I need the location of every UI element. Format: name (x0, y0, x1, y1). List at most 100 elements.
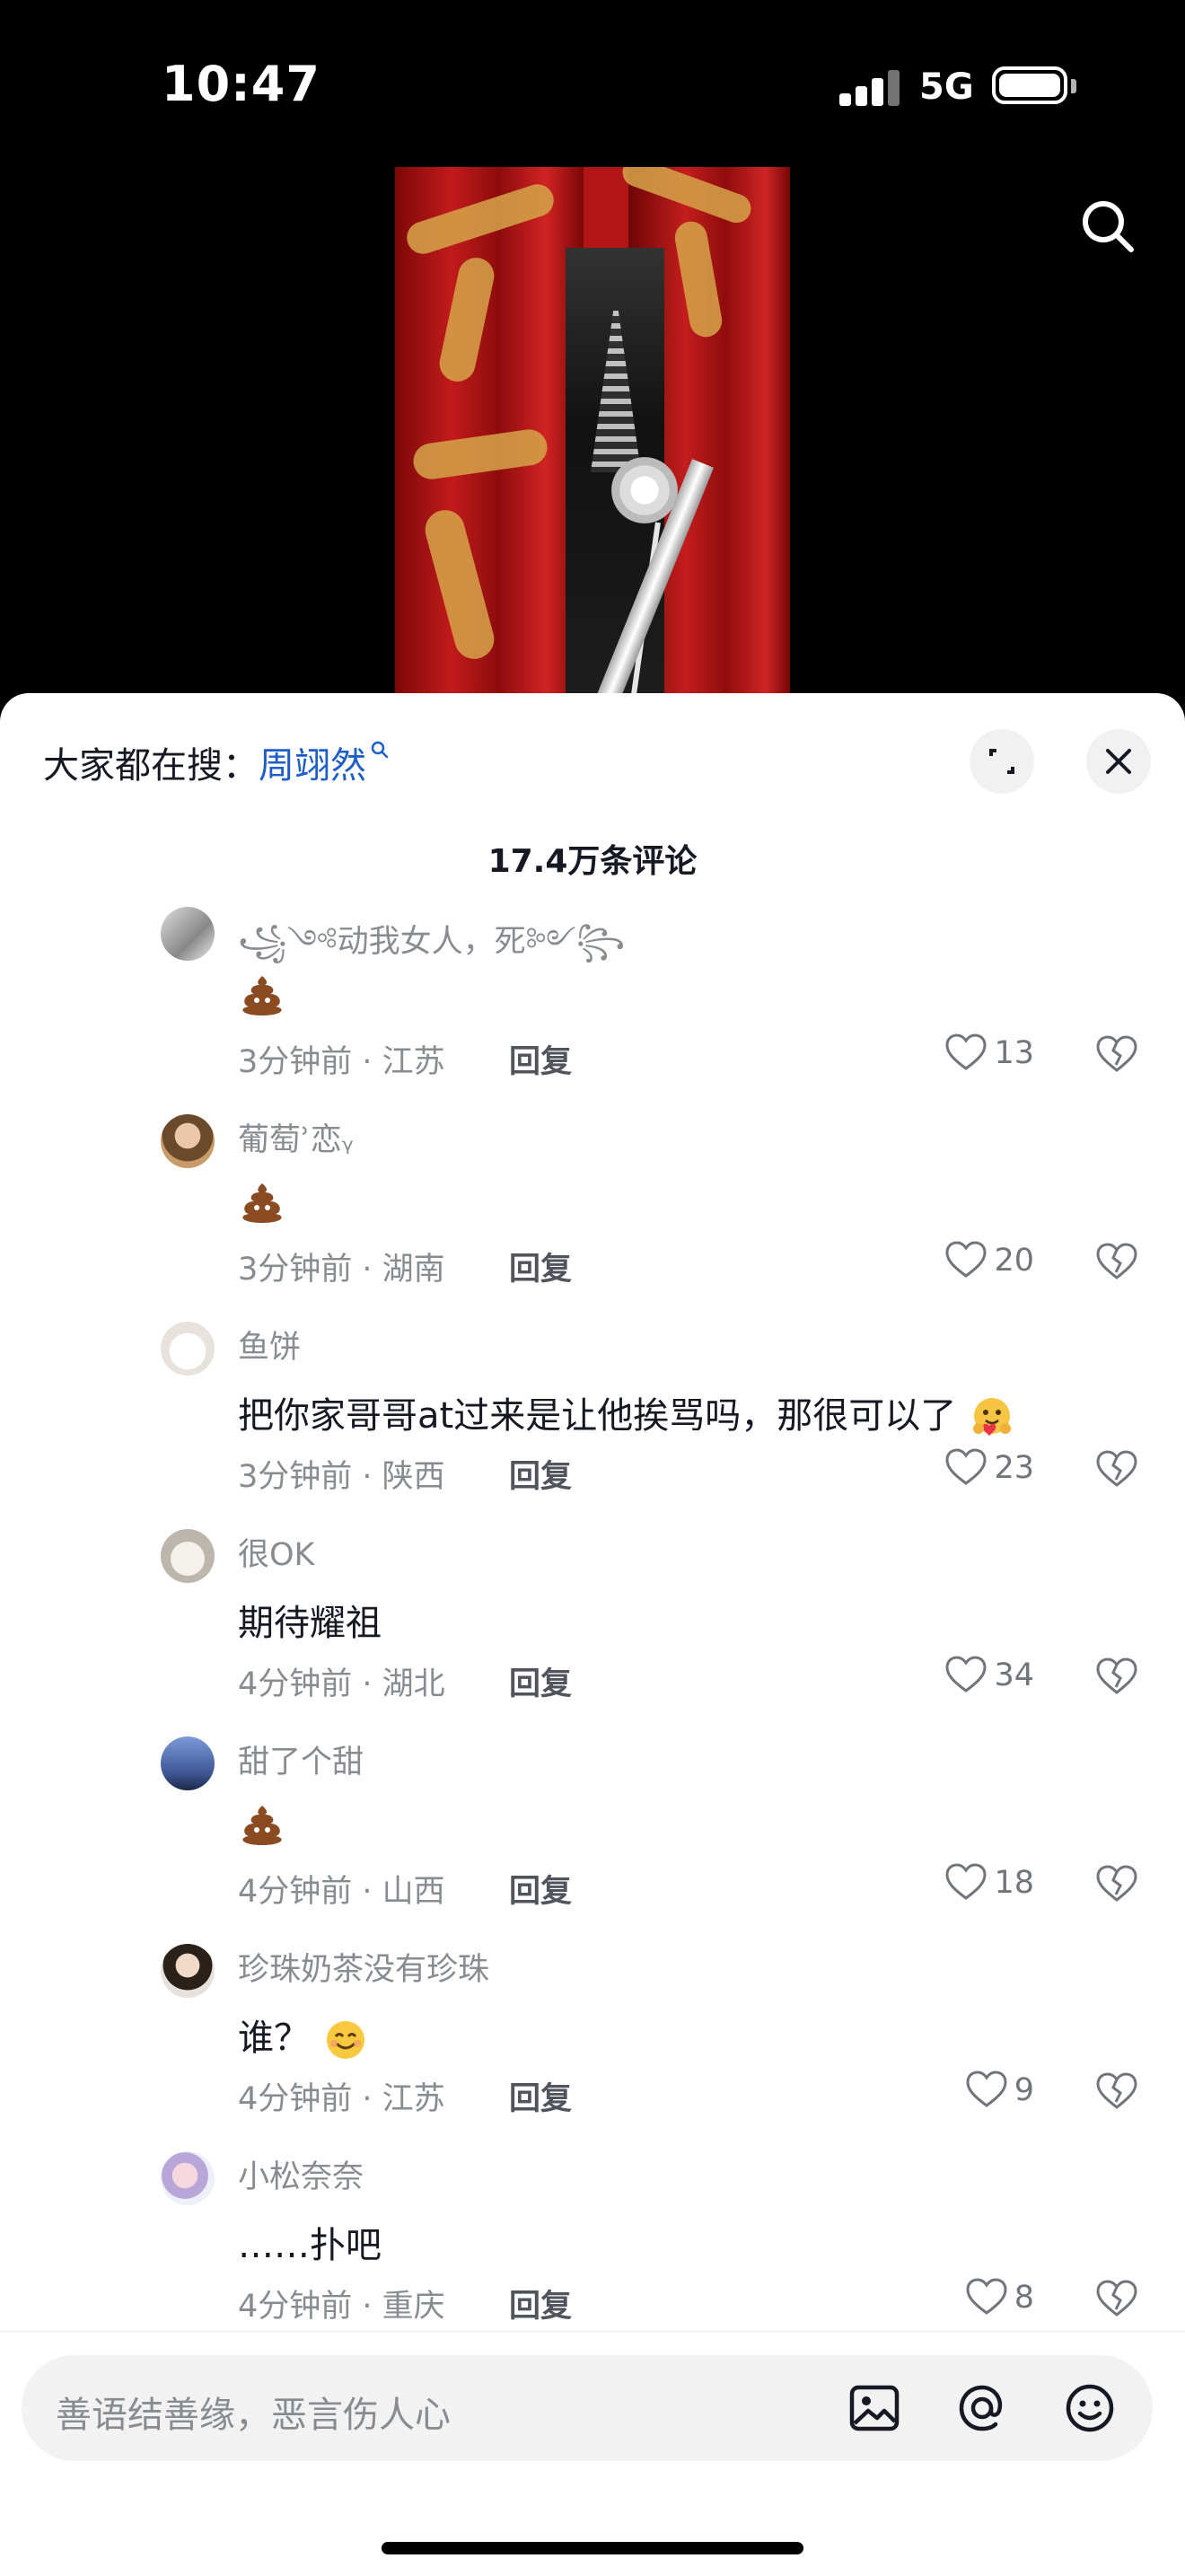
like-count: 20 (994, 1243, 1034, 1279)
comment-meta: 4分钟前 · 湖北 (238, 1666, 445, 1702)
reply-button[interactable]: 回复 (509, 2073, 572, 2119)
network-type: 5G (919, 66, 974, 108)
comment-username[interactable]: 很OK (238, 1529, 315, 1575)
comment-item: 甜了个甜 4分钟前 · 山西 回复 18 (0, 1731, 1185, 1939)
avatar[interactable] (161, 1322, 215, 1376)
trending-prefix: 大家都在搜： (43, 745, 259, 787)
comment-sheet: 大家都在搜：周翊然 17.4万条评论 ꧁༺动我女人，死༻꧂ 3分钟前 · 江苏 … (0, 693, 1185, 2575)
battery-cap (1071, 79, 1076, 93)
home-indicator[interactable] (382, 2542, 803, 2554)
emoji-icon[interactable] (1058, 2377, 1121, 2440)
comment-text-content: 谁？ (238, 2018, 310, 2059)
poop-emoji-icon (242, 976, 282, 1015)
comment-username[interactable]: 珍珠奶茶没有珍珠 (238, 1944, 489, 1990)
comment-text: 把你家哥哥at过来是让他挨骂吗，那很可以了 (238, 1386, 1016, 1439)
close-button[interactable] (1086, 729, 1151, 794)
reply-button[interactable]: 回复 (509, 1244, 572, 1289)
like-button[interactable]: 23 (944, 1446, 1034, 1490)
heart-icon (945, 1448, 987, 1485)
reply-button[interactable]: 回复 (509, 1658, 572, 1704)
comment-item: 珍珠奶茶没有珍珠 谁？ 4分钟前 · 江苏 回复 9 (0, 1939, 1185, 2146)
comment-input-bar: 善语结善缘，恶言伤人心 (0, 2331, 1185, 2576)
comment-meta: 4分钟前 · 重庆 (238, 2289, 445, 2325)
dislike-icon[interactable] (1093, 2068, 1140, 2114)
dislike-icon[interactable] (1093, 1653, 1140, 1700)
poop-emoji-icon (242, 1183, 282, 1223)
reply-button[interactable]: 回复 (509, 1036, 572, 1082)
comment-username[interactable]: 鱼饼 (238, 1322, 301, 1367)
comment-item: 小松奈奈 ……扑吧 4分钟前 · 重庆 回复 8 (0, 2146, 1185, 2353)
trending-search[interactable]: 大家都在搜：周翊然 (43, 736, 390, 788)
like-button[interactable]: 20 (944, 1238, 1034, 1283)
like-count: 8 (1014, 2280, 1034, 2316)
heart-icon (966, 2278, 1007, 2315)
like-button[interactable]: 18 (944, 1860, 1034, 1905)
reply-button[interactable]: 回复 (509, 2281, 572, 2326)
comment-item: ꧁༺动我女人，死༻꧂ 3分钟前 · 江苏 回复 13 (0, 901, 1185, 1109)
reply-button[interactable]: 回复 (509, 1866, 572, 1912)
comment-input[interactable]: 善语结善缘，恶言伤人心 (22, 2355, 1153, 2461)
poop-emoji-icon (242, 1806, 282, 1845)
comment-text-content: ……扑吧 (238, 2225, 382, 2266)
dislike-icon[interactable] (1093, 1446, 1140, 1492)
search-small-icon (371, 741, 389, 759)
dislike-icon[interactable] (1093, 1860, 1140, 1907)
comment-text: 期待耀祖 (238, 1594, 382, 1646)
comment-item: 很OK 期待耀祖 4分钟前 · 湖北 回复 34 (0, 1524, 1185, 1731)
avatar[interactable] (161, 1944, 215, 1998)
avatar[interactable] (161, 1736, 215, 1790)
like-button[interactable]: 8 (964, 2275, 1034, 2320)
comment-username[interactable]: 甜了个甜 (238, 1736, 364, 1782)
comment-meta: 4分钟前 · 江苏 (238, 2081, 445, 2117)
heart-icon (945, 1241, 987, 1278)
like-count: 13 (994, 1035, 1034, 1071)
video-poster-image[interactable] (395, 167, 790, 697)
comment-text (238, 1179, 286, 1223)
like-count: 34 (994, 1657, 1034, 1693)
comment-text: ……扑吧 (238, 2216, 382, 2268)
heart-icon (966, 2070, 1007, 2107)
comment-text (238, 1801, 286, 1845)
heart-icon (945, 1033, 987, 1070)
comment-text-content: 把你家哥哥at过来是让他挨骂吗，那很可以了 (238, 1395, 957, 1437)
dislike-icon[interactable] (1093, 2275, 1140, 2322)
mention-icon[interactable] (951, 2377, 1014, 2440)
expand-icon (989, 749, 1014, 774)
expand-button[interactable] (970, 729, 1034, 794)
like-count: 18 (994, 1865, 1034, 1901)
like-button[interactable]: 34 (944, 1653, 1034, 1698)
comment-meta: 4分钟前 · 山西 (238, 1874, 445, 1910)
image-icon[interactable] (843, 2377, 906, 2440)
reply-button[interactable]: 回复 (509, 1451, 572, 1497)
hug-face-emoji-icon (972, 1398, 1011, 1436)
comment-input-placeholder: 善语结善缘，恶言伤人心 (56, 2395, 451, 2436)
avatar[interactable] (161, 1114, 215, 1168)
like-button[interactable]: 13 (944, 1031, 1034, 1076)
status-time: 10:47 (162, 56, 320, 112)
comment-username[interactable]: 葡萄ʾ恋ᵧ (238, 1114, 354, 1160)
comment-username[interactable]: 小松奈奈 (238, 2151, 364, 2197)
trending-term[interactable]: 周翊然 (259, 745, 366, 787)
dislike-icon[interactable] (1093, 1031, 1140, 1077)
avatar[interactable] (161, 907, 215, 961)
heart-icon (945, 1863, 987, 1900)
smile-face-emoji-icon (326, 2021, 364, 2059)
comment-meta: 3分钟前 · 江苏 (238, 1044, 445, 1080)
search-icon[interactable] (1075, 194, 1140, 259)
dislike-icon[interactable] (1093, 1238, 1140, 1285)
comment-text: 谁？ (238, 2009, 370, 2062)
comment-item: 鱼饼 把你家哥哥at过来是让他挨骂吗，那很可以了 3分钟前 · 陕西 回复 23 (0, 1316, 1185, 1524)
comment-count: 17.4万条评论 (487, 843, 698, 880)
status-bar: 10:47 5G (0, 0, 1185, 171)
comment-text (238, 971, 286, 1015)
close-icon (1106, 749, 1131, 774)
avatar[interactable] (161, 1529, 215, 1583)
comment-username[interactable]: ꧁༺动我女人，死༻꧂ (238, 907, 625, 995)
battery-icon (992, 66, 1067, 104)
comment-text-content: 期待耀祖 (238, 1603, 382, 1644)
signal-icon (839, 68, 900, 106)
like-button[interactable]: 9 (964, 2068, 1034, 2113)
comment-meta: 3分钟前 · 湖南 (238, 1252, 445, 1288)
avatar[interactable] (161, 2151, 215, 2205)
comment-item: 葡萄ʾ恋ᵧ 3分钟前 · 湖南 回复 20 (0, 1109, 1185, 1316)
